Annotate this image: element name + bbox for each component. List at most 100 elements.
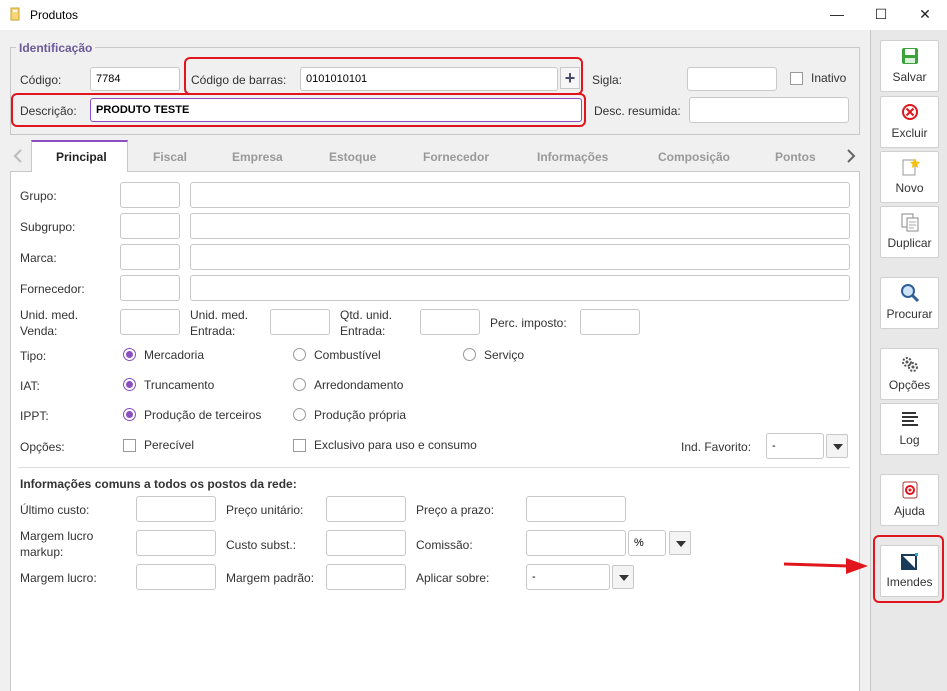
iat-arredondamento-radio[interactable] bbox=[293, 378, 306, 391]
delete-icon bbox=[902, 104, 918, 120]
margem-padrao-input[interactable] bbox=[326, 564, 406, 590]
imendes-button[interactable]: Imendes bbox=[880, 545, 939, 597]
ultimo-custo-input[interactable] bbox=[136, 496, 216, 522]
barras-label: Código de barras: bbox=[191, 73, 287, 87]
opcoes-label: Opções bbox=[888, 378, 931, 392]
ippt-terceiros-radio[interactable] bbox=[123, 408, 136, 421]
tab-empresa[interactable]: Empresa bbox=[232, 150, 283, 164]
comissao-unit-select[interactable]: % bbox=[628, 530, 666, 556]
log-button[interactable]: Log bbox=[880, 403, 939, 455]
tipo-servico-radio[interactable] bbox=[463, 348, 476, 361]
aplicar-sobre-select[interactable]: - bbox=[526, 564, 610, 590]
title-bar bbox=[0, 0, 947, 30]
novo-button[interactable]: Novo bbox=[880, 151, 939, 203]
preco-prazo-input[interactable] bbox=[526, 496, 626, 522]
grupo-code-input[interactable] bbox=[120, 182, 180, 208]
save-icon bbox=[902, 48, 918, 64]
opcoes-button[interactable]: Opções bbox=[880, 348, 939, 400]
opcoes-label: Opções: bbox=[20, 440, 65, 454]
perc-imposto-input[interactable] bbox=[580, 309, 640, 335]
salvar-button[interactable]: Salvar bbox=[880, 40, 939, 92]
duplicar-button[interactable]: Duplicar bbox=[880, 206, 939, 258]
window-title: Produtos bbox=[30, 8, 79, 22]
aplicar-sobre-dropdown-icon[interactable] bbox=[612, 565, 634, 589]
tab-composicao[interactable]: Composição bbox=[658, 150, 730, 164]
comissao-label: Comissão: bbox=[416, 538, 473, 552]
fornecedor-code-input[interactable] bbox=[120, 275, 180, 301]
marca-desc-input[interactable] bbox=[190, 244, 850, 270]
qtd-entrada-input[interactable] bbox=[420, 309, 480, 335]
tipo-mercadoria-radio[interactable] bbox=[123, 348, 136, 361]
tab-informacoes[interactable]: Informações bbox=[537, 150, 608, 164]
subgrupo-label: Subgrupo: bbox=[20, 220, 76, 234]
qtd-entrada-label-1: Qtd. unid. bbox=[340, 308, 393, 322]
unid-venda-label-1: Unid. med. bbox=[20, 308, 79, 322]
ippt-label: IPPT: bbox=[20, 409, 49, 423]
grupo-label: Grupo: bbox=[20, 189, 57, 203]
procurar-label: Procurar bbox=[886, 307, 933, 321]
exclusivo-checkbox[interactable] bbox=[293, 439, 306, 452]
perecivel-checkbox[interactable] bbox=[123, 439, 136, 452]
search-icon bbox=[901, 284, 920, 303]
marca-label: Marca: bbox=[20, 251, 57, 265]
tab-principal[interactable]: Principal bbox=[56, 150, 107, 164]
identificacao-legend: Identificação bbox=[16, 41, 96, 55]
close-button[interactable]: ✕ bbox=[914, 4, 936, 24]
comissao-input[interactable] bbox=[526, 530, 626, 556]
salvar-label: Salvar bbox=[892, 70, 927, 84]
tipo-combustivel-label: Combustível bbox=[314, 348, 381, 362]
desc-resumida-input[interactable] bbox=[689, 97, 849, 123]
maximize-button[interactable]: ☐ bbox=[870, 4, 892, 24]
duplicate-icon bbox=[901, 213, 919, 232]
comissao-dropdown-icon[interactable] bbox=[669, 531, 691, 555]
ippt-terceiros-label: Produção de terceiros bbox=[144, 408, 262, 422]
grupo-desc-input[interactable] bbox=[190, 182, 850, 208]
sigla-input[interactable] bbox=[687, 67, 777, 91]
perc-imposto-label: Perc. imposto: bbox=[490, 316, 567, 330]
ajuda-button[interactable]: Ajuda bbox=[880, 474, 939, 526]
desc-resumida-label: Desc. resumida: bbox=[594, 104, 681, 118]
excluir-button[interactable]: Excluir bbox=[880, 96, 939, 148]
custo-subst-input[interactable] bbox=[326, 530, 406, 556]
margem-markup-input[interactable] bbox=[136, 530, 216, 556]
aplicar-sobre-label: Aplicar sobre: bbox=[416, 571, 490, 585]
gear-icon bbox=[902, 357, 918, 372]
descricao-input[interactable]: PRODUTO TESTE bbox=[90, 98, 582, 122]
custo-subst-label: Custo subst.: bbox=[226, 538, 297, 552]
unid-entrada-input[interactable] bbox=[270, 309, 330, 335]
unid-venda-input[interactable] bbox=[120, 309, 180, 335]
ind-favorito-select[interactable]: - bbox=[766, 433, 824, 459]
tab-fiscal[interactable]: Fiscal bbox=[153, 150, 187, 164]
tab-scroll-left-icon[interactable] bbox=[12, 148, 24, 164]
tipo-label: Tipo: bbox=[20, 349, 47, 363]
comuns-heading: Informações comuns a todos os postos da … bbox=[20, 477, 297, 491]
tipo-servico-label: Serviço bbox=[484, 348, 525, 362]
imendes-icon bbox=[901, 553, 918, 570]
tab-scroll-right-icon[interactable] bbox=[845, 148, 857, 164]
iat-arredondamento-label: Arredondamento bbox=[314, 378, 404, 392]
margem-lucro-input[interactable] bbox=[136, 564, 216, 590]
tipo-combustivel-radio[interactable] bbox=[293, 348, 306, 361]
subgrupo-code-input[interactable] bbox=[120, 213, 180, 239]
tab-pontos[interactable]: Pontos bbox=[775, 150, 816, 164]
qtd-entrada-label-2: Entrada: bbox=[340, 324, 386, 338]
inativo-checkbox[interactable] bbox=[790, 72, 803, 85]
ajuda-label: Ajuda bbox=[894, 504, 925, 518]
annotation-arrow-icon bbox=[783, 558, 868, 574]
preco-unitario-input[interactable] bbox=[326, 496, 406, 522]
procurar-button[interactable]: Procurar bbox=[880, 277, 939, 329]
fornecedor-desc-input[interactable] bbox=[190, 275, 850, 301]
iat-truncamento-radio[interactable] bbox=[123, 378, 136, 391]
barcode-input[interactable]: 0101010101 bbox=[300, 67, 558, 91]
tab-estoque[interactable]: Estoque bbox=[329, 150, 376, 164]
margem-lucro-label: Margem lucro: bbox=[20, 571, 97, 585]
marca-code-input[interactable] bbox=[120, 244, 180, 270]
exclusivo-label: Exclusivo para uso e consumo bbox=[314, 438, 477, 452]
subgrupo-desc-input[interactable] bbox=[190, 213, 850, 239]
tab-fornecedor[interactable]: Fornecedor bbox=[423, 150, 489, 164]
ippt-propria-radio[interactable] bbox=[293, 408, 306, 421]
minimize-button[interactable]: — bbox=[826, 4, 848, 24]
codigo-input[interactable]: 7784 bbox=[90, 67, 180, 91]
ind-favorito-dropdown-icon[interactable] bbox=[826, 434, 848, 458]
add-barcode-button[interactable]: + bbox=[560, 67, 580, 89]
